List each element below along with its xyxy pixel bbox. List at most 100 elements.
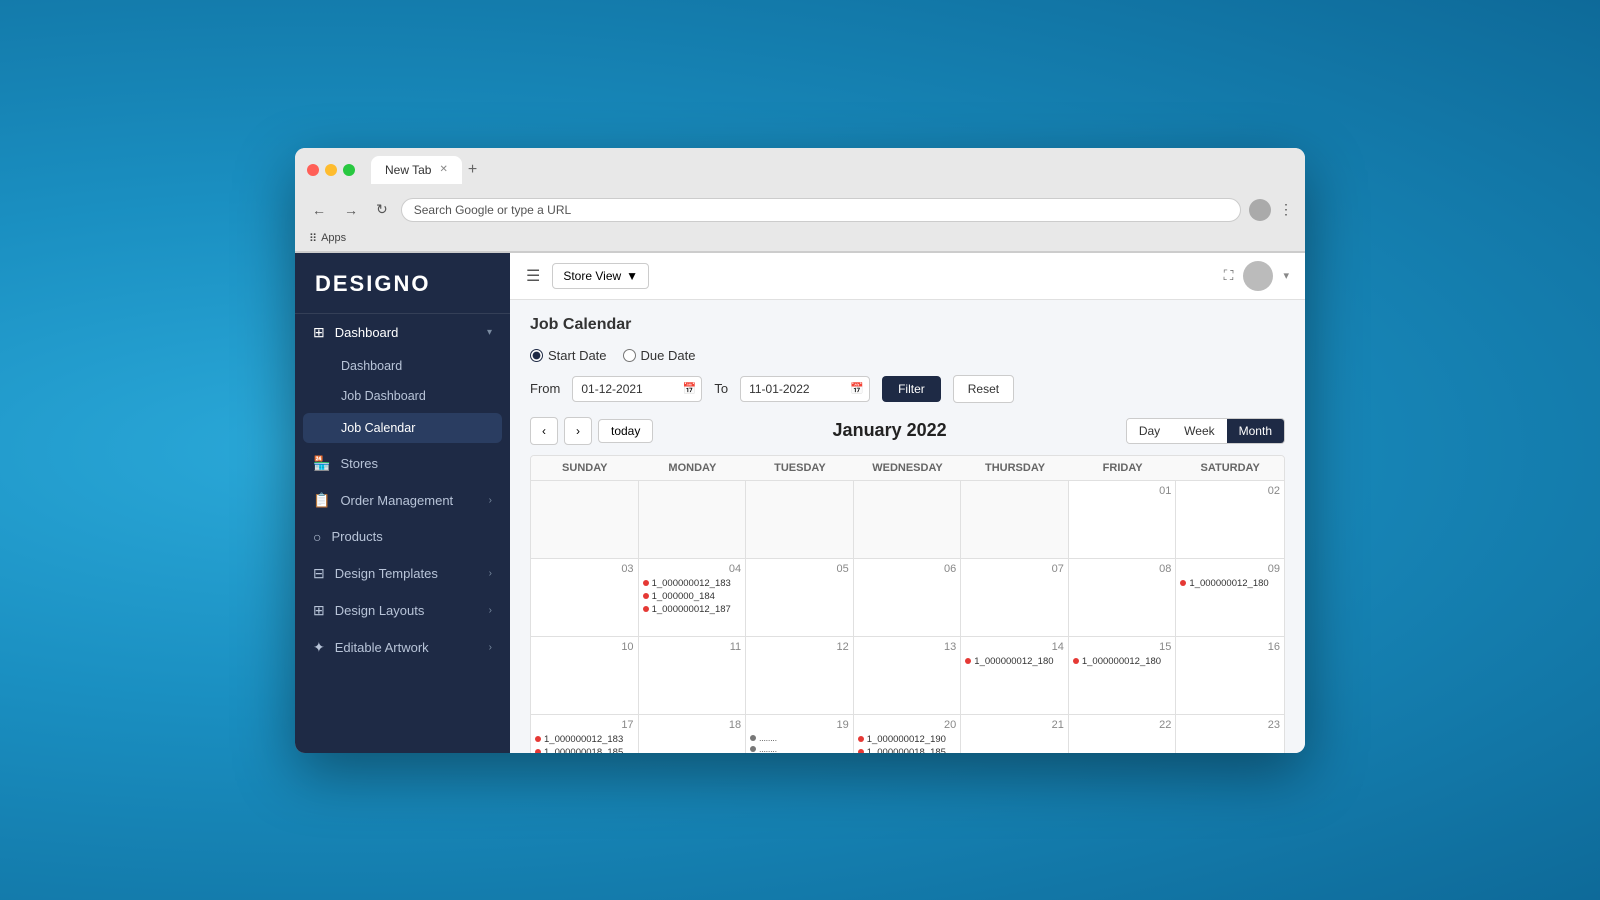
event-dot <box>535 749 541 753</box>
calendar-nav: ‹ › today <box>530 417 653 445</box>
to-date-input[interactable] <box>740 376 870 402</box>
list-item: 1_000000_184 <box>643 591 742 602</box>
list-item: 1_000000012_180 <box>965 656 1064 667</box>
event-dot <box>965 658 971 664</box>
table-row[interactable]: 03 <box>531 559 639 637</box>
sidebar-item-label: Products <box>331 529 492 544</box>
sidebar-item-design-templates[interactable]: ⊟ Design Templates › <box>295 555 510 592</box>
table-row[interactable]: 02 <box>1176 481 1284 559</box>
table-row[interactable]: 08 <box>1069 559 1177 637</box>
table-row[interactable]: 15 1_000000012_180 <box>1069 637 1177 715</box>
day-header-friday: Friday <box>1069 456 1177 480</box>
day-header-sunday: Sunday <box>531 456 639 480</box>
radio-due-date-input[interactable] <box>623 349 636 362</box>
sidebar-item-dashboard[interactable]: ⊞ Dashboard ▾ <box>295 314 510 351</box>
table-row[interactable]: 06 <box>854 559 962 637</box>
minimize-button[interactable] <box>325 164 337 176</box>
store-view-arrow-icon: ▼ <box>626 269 638 283</box>
sidebar-item-job-dashboard[interactable]: Job Dashboard <box>295 381 510 411</box>
cal-date: 14 <box>965 641 1064 653</box>
table-row[interactable]: 12 <box>746 637 854 715</box>
maximize-button[interactable] <box>343 164 355 176</box>
view-month-button[interactable]: Month <box>1227 419 1284 443</box>
reload-button[interactable]: ↻ <box>371 199 393 220</box>
radio-start-date[interactable]: Start Date <box>530 348 607 363</box>
forward-button[interactable]: → <box>339 200 363 220</box>
table-row <box>746 481 854 559</box>
table-row[interactable]: 07 <box>961 559 1069 637</box>
view-week-button[interactable]: Week <box>1172 419 1226 443</box>
table-row[interactable]: 14 1_000000012_180 <box>961 637 1069 715</box>
sidebar-item-products[interactable]: ○ Products <box>295 519 510 555</box>
cal-date: 22 <box>1073 719 1172 731</box>
sidebar-item-stores[interactable]: 🏪 Stores <box>295 445 510 482</box>
event-label: 1_000000012_180 <box>1082 656 1161 667</box>
close-button[interactable] <box>307 164 319 176</box>
chevron-right-icon: › <box>489 605 492 616</box>
event-dot <box>643 606 649 612</box>
date-filter-row: From 📅 To 📅 Filter Reset <box>530 375 1285 403</box>
table-row[interactable]: 13 <box>854 637 962 715</box>
list-item: 1_000000012_180 <box>1073 656 1172 667</box>
table-row[interactable]: 21 <box>961 715 1069 753</box>
store-view-button[interactable]: Store View ▼ <box>552 263 649 289</box>
chevron-right-icon: › <box>489 495 492 506</box>
event-label: 1_000000018_185 <box>544 747 623 753</box>
table-row[interactable]: 10 <box>531 637 639 715</box>
cal-date: 20 <box>858 719 957 731</box>
sidebar-item-job-calendar[interactable]: Job Calendar <box>303 413 502 443</box>
profile-icon[interactable] <box>1249 199 1271 221</box>
table-row[interactable]: 09 1_000000012_180 <box>1176 559 1284 637</box>
sidebar-item-design-layouts[interactable]: ⊞ Design Layouts › <box>295 592 510 629</box>
table-row[interactable]: 05 <box>746 559 854 637</box>
sidebar-item-dashboard-sub[interactable]: Dashboard <box>295 351 510 381</box>
table-row <box>854 481 962 559</box>
cal-date: 15 <box>1073 641 1172 653</box>
cal-date: 13 <box>858 641 957 653</box>
user-avatar[interactable] <box>1243 261 1273 291</box>
table-row[interactable]: 17 1_000000012_183 1_000000018_185 <box>531 715 639 753</box>
filter-button[interactable]: Filter <box>882 376 941 402</box>
browser-window: New Tab ✕ + ← → ↻ Search Google or type … <box>295 148 1305 753</box>
table-row[interactable]: 16 <box>1176 637 1284 715</box>
calendar-next-button[interactable]: › <box>564 417 592 445</box>
traffic-lights <box>307 164 355 176</box>
view-day-button[interactable]: Day <box>1127 419 1172 443</box>
table-row[interactable]: 01 <box>1069 481 1177 559</box>
cal-date: 10 <box>535 641 634 653</box>
calendar-prev-button[interactable]: ‹ <box>530 417 558 445</box>
address-bar[interactable]: Search Google or type a URL <box>401 198 1241 222</box>
table-row[interactable]: 19 ........ ........ ........ <box>746 715 854 753</box>
radio-due-date[interactable]: Due Date <box>623 348 696 363</box>
cal-date: 16 <box>1180 641 1280 653</box>
sidebar-item-label: Dashboard <box>335 325 487 340</box>
menu-icon[interactable]: ☰ <box>526 266 540 286</box>
table-row[interactable]: 18 <box>639 715 747 753</box>
table-row[interactable]: 20 1_000000012_190 1_000000018_185 <box>854 715 962 753</box>
list-item: 1_000000012_183 <box>643 578 742 589</box>
main-content: ☰ Store View ▼ ⛶ ▾ Job Calendar <box>510 253 1305 753</box>
table-row[interactable]: 23 <box>1176 715 1284 753</box>
sidebar-item-editable-artwork[interactable]: ✦ Editable Artwork › <box>295 629 510 666</box>
browser-titlebar: New Tab ✕ + <box>295 148 1305 192</box>
topbar-dropdown-icon[interactable]: ▾ <box>1283 269 1289 282</box>
sidebar-item-order-management[interactable]: 📋 Order Management › <box>295 482 510 519</box>
reset-button[interactable]: Reset <box>953 375 1014 403</box>
table-row[interactable]: 04 1_000000012_183 1_000000_184 1_000000… <box>639 559 747 637</box>
list-item: 1_000000012_190 <box>858 734 957 745</box>
browser-tab[interactable]: New Tab ✕ <box>371 156 462 184</box>
calendar-today-button[interactable]: today <box>598 419 653 443</box>
radio-start-date-input[interactable] <box>530 349 543 362</box>
back-button[interactable]: ← <box>307 200 331 220</box>
table-row[interactable]: 11 <box>639 637 747 715</box>
event-dot <box>858 736 864 742</box>
cal-date: 05 <box>750 563 849 575</box>
from-date-input[interactable] <box>572 376 702 402</box>
sidebar-item-label: Design Layouts <box>335 603 489 618</box>
list-item: ........ <box>750 745 849 753</box>
new-tab-button[interactable]: + <box>462 161 483 179</box>
fullscreen-icon[interactable]: ⛶ <box>1224 267 1234 284</box>
tab-close-icon[interactable]: ✕ <box>439 164 447 175</box>
table-row[interactable]: 22 <box>1069 715 1177 753</box>
browser-menu-icon[interactable]: ⋮ <box>1279 201 1293 218</box>
